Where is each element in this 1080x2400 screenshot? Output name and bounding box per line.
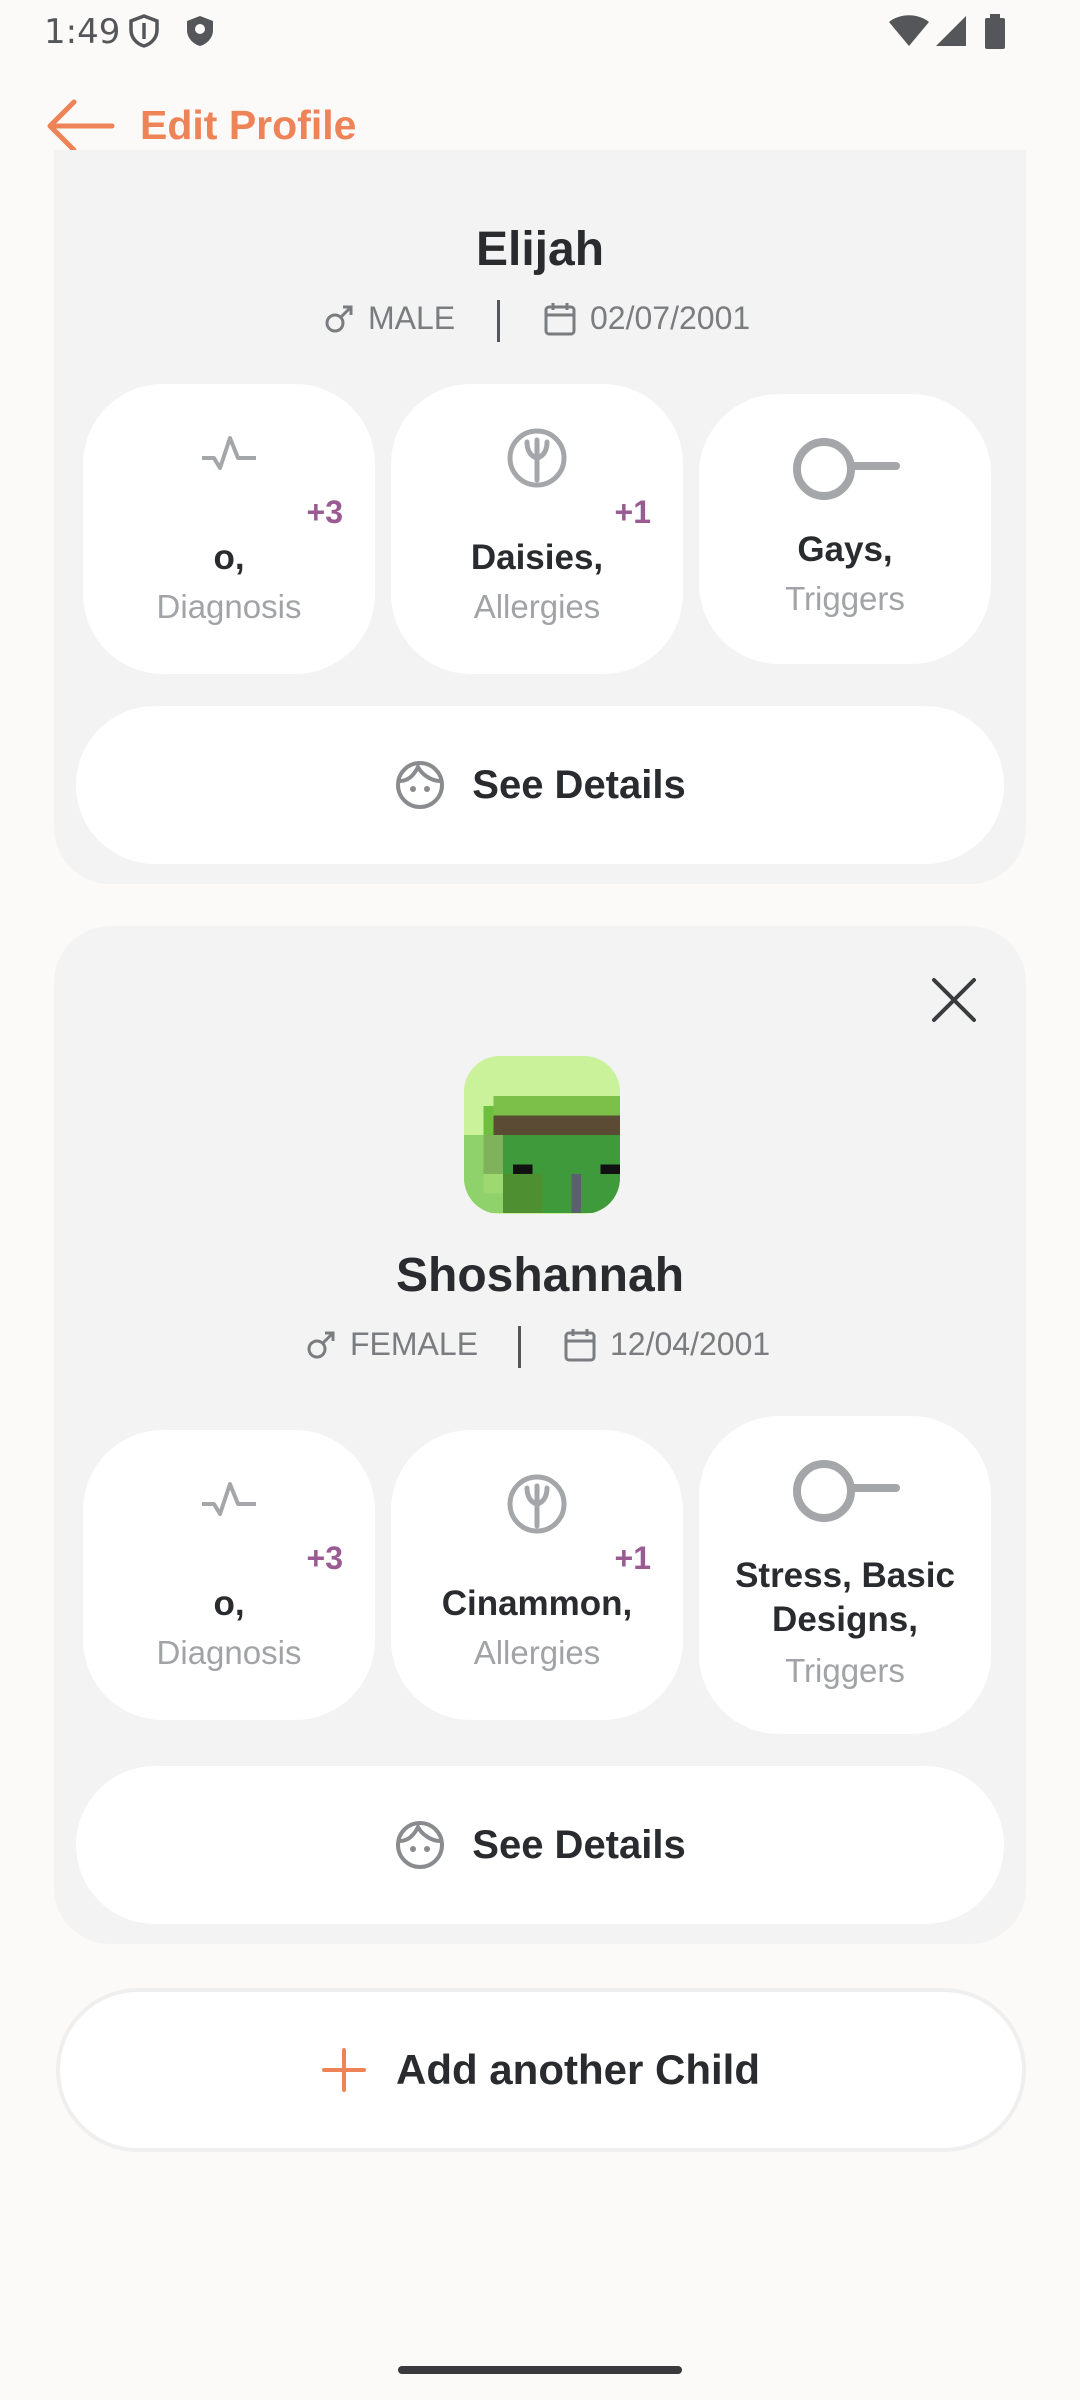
child-meta: MALE 02/07/2001 <box>54 300 1026 344</box>
diagnosis-more-count: +3 <box>306 1540 343 1576</box>
triggers-tile[interactable]: Gays, Triggers <box>699 394 991 664</box>
child-card: Shoshannah FEMALE 12/04/2001 +3 o, Diagn… <box>54 926 1026 1944</box>
diagnosis-tile[interactable]: +3 o, Diagnosis <box>83 384 375 674</box>
diagnosis-label: Diagnosis <box>156 1634 302 1671</box>
child-name: Elijah <box>475 223 605 276</box>
triggers-label: Triggers <box>785 580 905 617</box>
triggers-value: Stress, Basic Designs, <box>735 1556 955 1639</box>
allergies-more-count: +1 <box>614 1540 651 1576</box>
meta-divider <box>518 1326 521 1368</box>
status-time: 1:49 <box>44 12 121 52</box>
birthdate-text: 02/07/2001 <box>590 300 751 336</box>
allergies-label: Allergies <box>473 1634 601 1671</box>
arrow-left-icon[interactable] <box>46 98 116 154</box>
child-face-icon <box>396 1821 445 1869</box>
allergy-icon <box>391 428 683 488</box>
diagnosis-more-count: +3 <box>306 494 343 530</box>
triggers-tile[interactable]: Stress, Basic Designs, Triggers <box>699 1416 991 1734</box>
see-details-button[interactable]: See Details <box>76 706 1004 864</box>
signal-icon <box>936 16 966 46</box>
see-details-label: See Details <box>472 762 686 807</box>
birthdate-info: 12/04/2001 <box>564 1326 770 1363</box>
gender-info: MALE <box>324 300 455 337</box>
allergies-label: Allergies <box>473 588 601 625</box>
battery-icon <box>985 14 1005 49</box>
pulse-icon <box>83 1480 375 1520</box>
diagnosis-tile[interactable]: +3 o, Diagnosis <box>83 1430 375 1720</box>
shield-icon <box>187 16 213 46</box>
gender-text: FEMALE <box>350 1326 479 1362</box>
diagnosis-label: Diagnosis <box>156 588 302 625</box>
home-indicator[interactable] <box>398 2366 682 2374</box>
child-name: Shoshannah <box>395 1249 685 1302</box>
allergies-value: Daisies, <box>470 538 604 577</box>
birthdate-info: 02/07/2001 <box>544 300 750 337</box>
gender-text: MALE <box>368 300 456 336</box>
diagnosis-value: o, <box>213 538 245 577</box>
triggers-label: Triggers <box>785 1652 905 1689</box>
see-details-button[interactable]: See Details <box>76 1766 1004 1924</box>
plus-icon <box>322 2048 366 2092</box>
close-icon[interactable] <box>928 974 980 1026</box>
pixel-avatar-image <box>464 1057 620 1213</box>
child-face-icon <box>396 761 445 809</box>
triggers-value: Gays, <box>797 530 893 569</box>
avatar <box>464 1056 620 1214</box>
pulse-icon <box>83 434 375 474</box>
gender-info: FEMALE <box>306 1326 478 1363</box>
trigger-icon <box>699 436 991 502</box>
add-another-child-label: Add another Child <box>396 2046 760 2093</box>
allergies-more-count: +1 <box>614 494 651 530</box>
diagnosis-value: o, <box>213 1584 245 1623</box>
child-meta: FEMALE 12/04/2001 <box>54 1326 1026 1370</box>
wifi-icon <box>889 15 929 46</box>
allergies-tile[interactable]: +1 Cinammon, Allergies <box>391 1430 683 1720</box>
meta-divider <box>497 300 500 342</box>
see-details-label: See Details <box>472 1822 686 1867</box>
trigger-icon <box>699 1458 991 1524</box>
gender-icon <box>307 1331 335 1358</box>
status-bar: 1:49 <box>0 0 1080 62</box>
privacy-shield-icon <box>129 14 159 48</box>
child-card: Elijah MALE 02/07/2001 +3 o, Diagnosis +… <box>54 150 1026 884</box>
calendar-icon <box>564 1328 596 1361</box>
gender-icon <box>325 305 353 332</box>
page-title: Edit Profile <box>140 102 357 148</box>
birthdate-text: 12/04/2001 <box>610 1326 771 1362</box>
add-another-child-button[interactable]: Add another Child <box>56 1988 1026 2152</box>
allergies-value: Cinammon, <box>441 1584 633 1623</box>
allergy-icon <box>391 1474 683 1534</box>
calendar-icon <box>544 302 576 335</box>
allergies-tile[interactable]: +1 Daisies, Allergies <box>391 384 683 674</box>
